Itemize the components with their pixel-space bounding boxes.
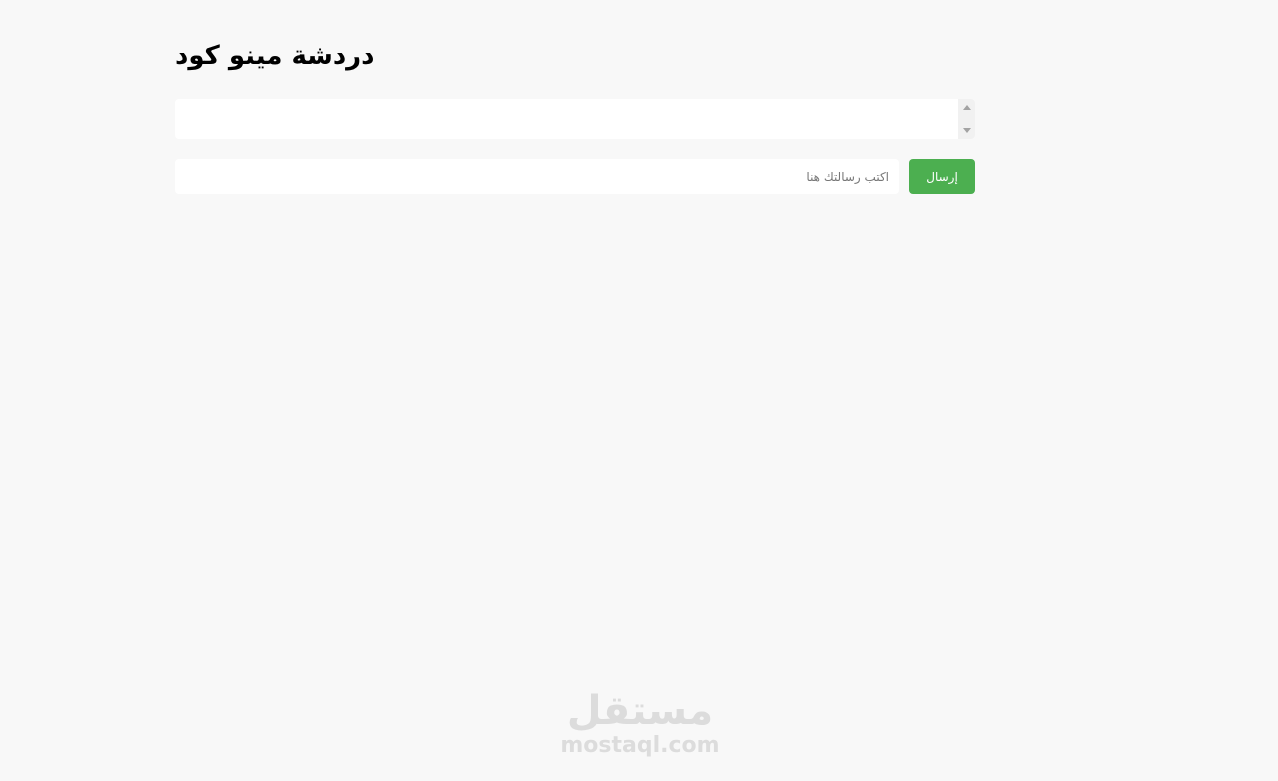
watermark-arabic-text: مستقل <box>566 688 714 734</box>
watermark-latin-text: mostaql.com <box>560 733 720 758</box>
mostaql-watermark-logo: مستقل mostaql.com <box>540 688 740 760</box>
message-input[interactable] <box>175 159 899 194</box>
scroll-up-icon[interactable] <box>963 105 971 110</box>
composer-row: إرسال <box>175 159 975 194</box>
page-title: دردشة مينو كود <box>175 41 375 71</box>
send-button[interactable]: إرسال <box>909 159 975 194</box>
messages-area[interactable] <box>175 99 975 139</box>
messages-scrollbar[interactable] <box>958 99 975 139</box>
chat-container: دردشة مينو كود إرسال <box>175 36 975 194</box>
scroll-down-icon[interactable] <box>963 128 971 133</box>
page: دردشة مينو كود إرسال مستقل mostaql.com <box>0 0 1278 781</box>
